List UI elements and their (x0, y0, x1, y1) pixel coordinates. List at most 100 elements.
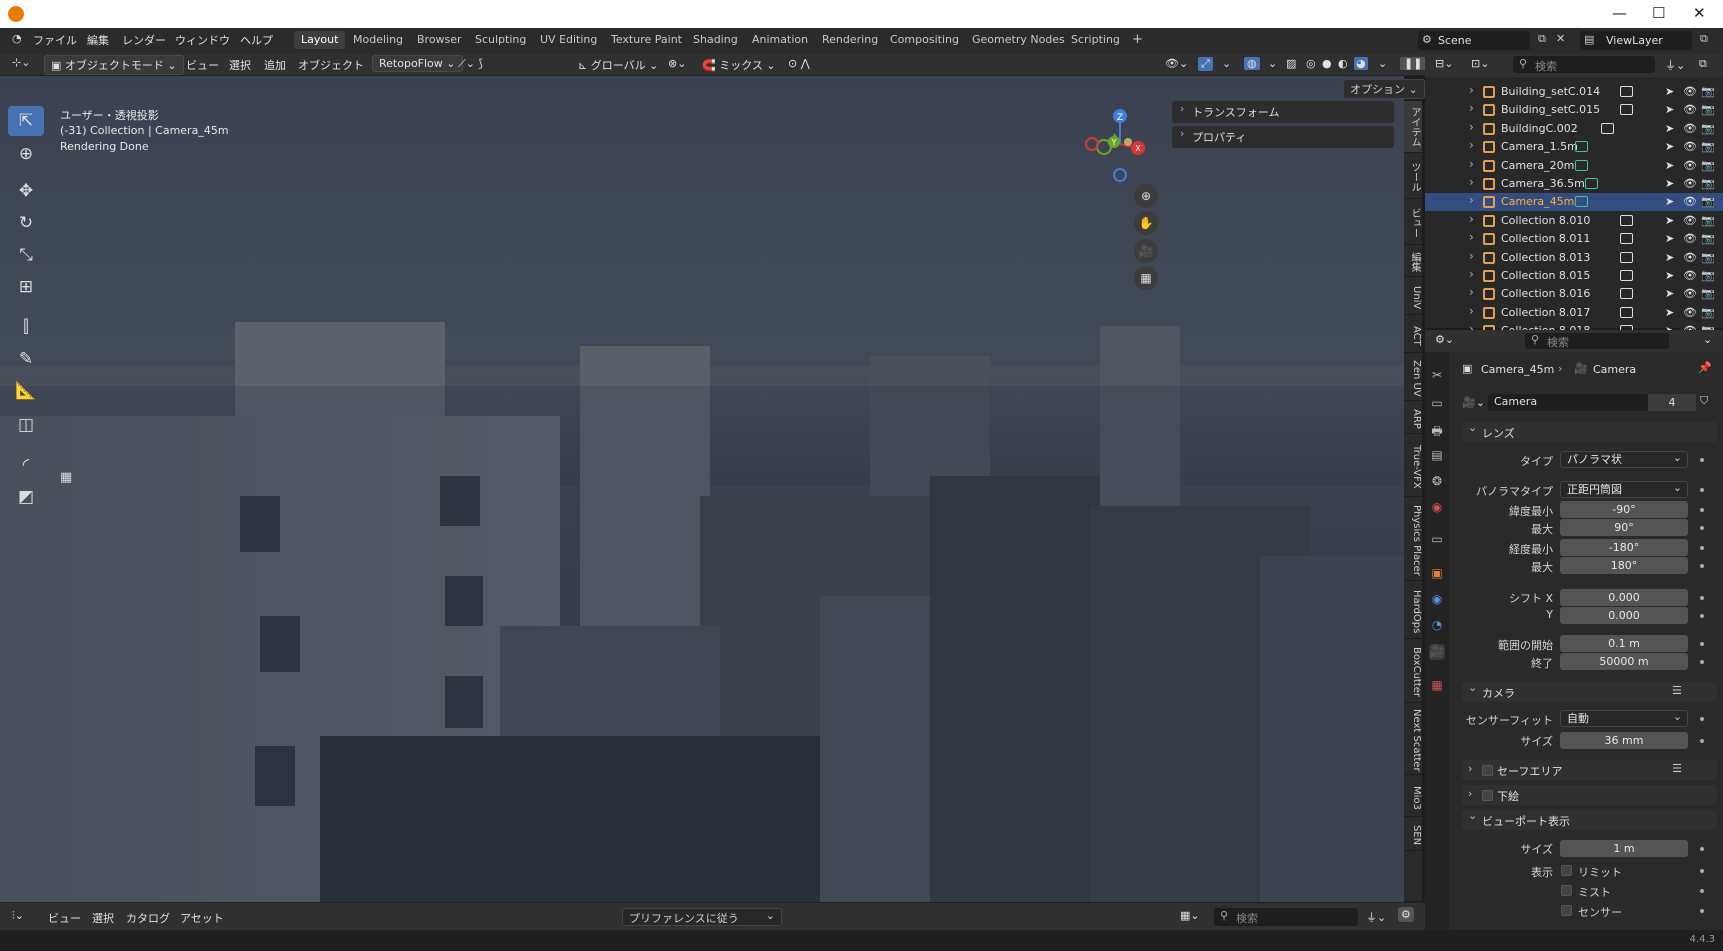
editor-type-icon[interactable]: ⫶⌄ (12, 909, 24, 923)
transform-orientation[interactable]: ⊾ グローバル ⌄ (578, 57, 658, 73)
gizmo-toggle-icon[interactable]: ⤢ (1198, 57, 1213, 71)
selectable-arrow-icon[interactable]: ➤ (1665, 195, 1674, 208)
chevron-down-icon[interactable]: ⌄ (1703, 333, 1712, 346)
menu-asset[interactable]: アセット (180, 910, 224, 926)
pan-hand-icon[interactable]: ✋ (1134, 211, 1158, 235)
maximize-icon[interactable]: ☐ (1652, 4, 1665, 22)
annotate-tool-icon[interactable]: ✎ (8, 344, 44, 374)
presets-list-icon[interactable]: ☰ (1672, 762, 1682, 775)
keyframe-dot[interactable] (1700, 889, 1704, 893)
physics-tab-icon[interactable]: ◉ (1429, 592, 1445, 608)
outliner-item[interactable]: › Collection 8.011 ➤ 👁 📷 (1425, 230, 1723, 248)
expand-arrow-icon[interactable]: › (1469, 101, 1474, 115)
longitude-min-field[interactable]: -180° (1560, 539, 1688, 556)
world-tab-icon[interactable]: ◉ (1429, 500, 1445, 516)
menu-view[interactable]: ビュー (186, 57, 219, 73)
options-button[interactable]: オプション ⌄ (1343, 79, 1425, 99)
expand-arrow-icon[interactable]: › (1469, 120, 1474, 134)
render-camera-icon[interactable]: 📷 (1701, 159, 1715, 172)
tool-tab-icon[interactable]: ✂ (1429, 368, 1445, 384)
addon-tools-icon[interactable]: ⟋⌄ ⟆ (458, 57, 483, 71)
selectable-arrow-icon[interactable]: ➤ (1665, 140, 1674, 153)
editor-type-icon[interactable]: ⚙⌄ (1435, 333, 1454, 346)
datablock-users-count[interactable]: 4 (1648, 394, 1696, 411)
pin-icon[interactable]: 📌 (1698, 361, 1712, 374)
lens-section-header[interactable]: レンズ (1462, 421, 1717, 442)
collection-box-icon[interactable] (1620, 306, 1633, 318)
collection-box-icon[interactable] (1620, 233, 1633, 245)
eye-icon[interactable]: 👁 (1683, 306, 1697, 319)
scale-tool-icon[interactable]: ⤡ (8, 240, 44, 270)
curve-tool-icon[interactable]: ◜ (8, 450, 44, 480)
transform-section[interactable]: トランスフォーム (1172, 101, 1394, 123)
outliner-search-input[interactable]: ⚲ 検索 (1513, 56, 1655, 73)
render-camera-icon[interactable]: 📷 (1701, 251, 1715, 264)
menu-select[interactable]: 選択 (92, 910, 114, 926)
safe-areas-checkbox[interactable] (1482, 765, 1493, 776)
tab-sculpting[interactable]: Sculpting (468, 31, 533, 49)
import-method-dropdown[interactable]: プリファレンスに従う ⌄ (622, 908, 782, 926)
shift-y-field[interactable]: 0.000 (1560, 607, 1688, 624)
render-camera-icon[interactable]: 📷 (1701, 287, 1715, 300)
collection-box-icon[interactable] (1620, 104, 1633, 116)
render-camera-icon[interactable]: 📷 (1701, 232, 1715, 245)
retopoflow-button[interactable]: RetopoFlow ⌄ (372, 55, 463, 72)
pivot-icon[interactable]: ⊗⌄ (668, 57, 686, 70)
scene-tab-icon[interactable]: ❂ (1429, 474, 1445, 490)
display-mode-icon[interactable]: ⊡⌄ (1471, 57, 1489, 70)
collection-box-icon[interactable] (1620, 288, 1633, 300)
view-layer-tab-icon[interactable]: ▤ (1429, 448, 1445, 464)
outliner-item[interactable]: › BuildingC.002 ➤ 👁 📷 (1425, 120, 1723, 138)
tab-next-scatter[interactable]: Next Scatter (1404, 707, 1422, 775)
expand-arrow-icon[interactable]: › (1469, 285, 1474, 299)
selectable-arrow-icon[interactable]: ➤ (1665, 232, 1674, 245)
render-camera-icon[interactable]: 📷 (1701, 269, 1715, 282)
presets-list-icon[interactable]: ☰ (1672, 684, 1682, 697)
shading-wireframe-icon[interactable]: ◎ (1306, 57, 1316, 70)
keyframe-dot[interactable] (1700, 564, 1704, 568)
selectable-arrow-icon[interactable]: ➤ (1665, 103, 1674, 116)
shading-menu-icon[interactable]: ⌄ (1378, 57, 1387, 70)
render-camera-icon[interactable]: 📷 (1701, 85, 1715, 98)
limits-checkbox[interactable] (1561, 865, 1572, 876)
eye-icon[interactable]: 👁 (1683, 122, 1697, 135)
selectable-arrow-icon[interactable]: ➤ (1665, 214, 1674, 227)
keyframe-dot[interactable] (1700, 458, 1704, 462)
snap-toggle[interactable]: 🧲 ミックス ⌄ (702, 57, 776, 73)
texture-tab-icon[interactable]: ▦ (1429, 678, 1445, 694)
keyframe-dot[interactable] (1700, 642, 1704, 646)
expand-arrow-icon[interactable]: › (1469, 249, 1474, 263)
selectable-arrow-icon[interactable]: ➤ (1665, 159, 1674, 172)
collection-box-icon[interactable] (1620, 270, 1633, 281)
longitude-max-field[interactable]: 180° (1560, 557, 1688, 574)
shading-rendered-icon[interactable]: ◕ (1354, 57, 1368, 70)
minimize-icon[interactable]: — (1612, 4, 1627, 22)
sensor-size-field[interactable]: 36 mm (1560, 732, 1688, 749)
camera-view-icon[interactable]: 🎥 (1134, 239, 1158, 263)
camera-data-icon[interactable] (1575, 141, 1588, 153)
keyframe-dot[interactable] (1700, 546, 1704, 550)
expand-arrow-icon[interactable]: › (1469, 230, 1474, 244)
tab-animation[interactable]: Animation (745, 31, 815, 49)
tab-layout[interactable]: Layout (294, 31, 346, 49)
menu-view[interactable]: ビュー (48, 910, 81, 926)
outliner-item[interactable]: › Collection 8.016 ➤ 👁 📷 (1425, 285, 1723, 303)
keyframe-dot[interactable] (1700, 488, 1704, 492)
datablock-name-field[interactable]: Camera (1488, 394, 1648, 411)
clip-end-field[interactable]: 50000 m (1560, 653, 1688, 670)
transform-tool-icon[interactable]: ⊞ (8, 272, 44, 302)
outliner-item[interactable]: › Building_setC.014 ➤ 👁 📷 (1425, 83, 1723, 101)
keyframe-dot[interactable] (1700, 869, 1704, 873)
render-camera-icon[interactable]: 📷 (1701, 140, 1715, 153)
expand-arrow-icon[interactable]: › (1469, 157, 1474, 171)
tab-shading[interactable]: Shading (686, 31, 745, 49)
camera-datablock-icon[interactable]: 🎥⌄ (1462, 396, 1485, 409)
delete-scene-icon[interactable]: ✕ (1556, 32, 1565, 45)
view-layer-selector[interactable]: ▤ ViewLayer (1580, 31, 1692, 50)
expand-arrow-icon[interactable]: › (1469, 304, 1474, 318)
menu-select[interactable]: 選択 (229, 57, 251, 73)
display-mode-icon[interactable]: ▦⌄ (1180, 909, 1200, 922)
outliner-item[interactable]: › Camera_1.5m ➤ 👁 📷 (1425, 138, 1723, 156)
tab-true-vfx[interactable]: True-VFX (1404, 437, 1422, 497)
output-tab-icon[interactable]: 🖶 (1429, 422, 1445, 438)
